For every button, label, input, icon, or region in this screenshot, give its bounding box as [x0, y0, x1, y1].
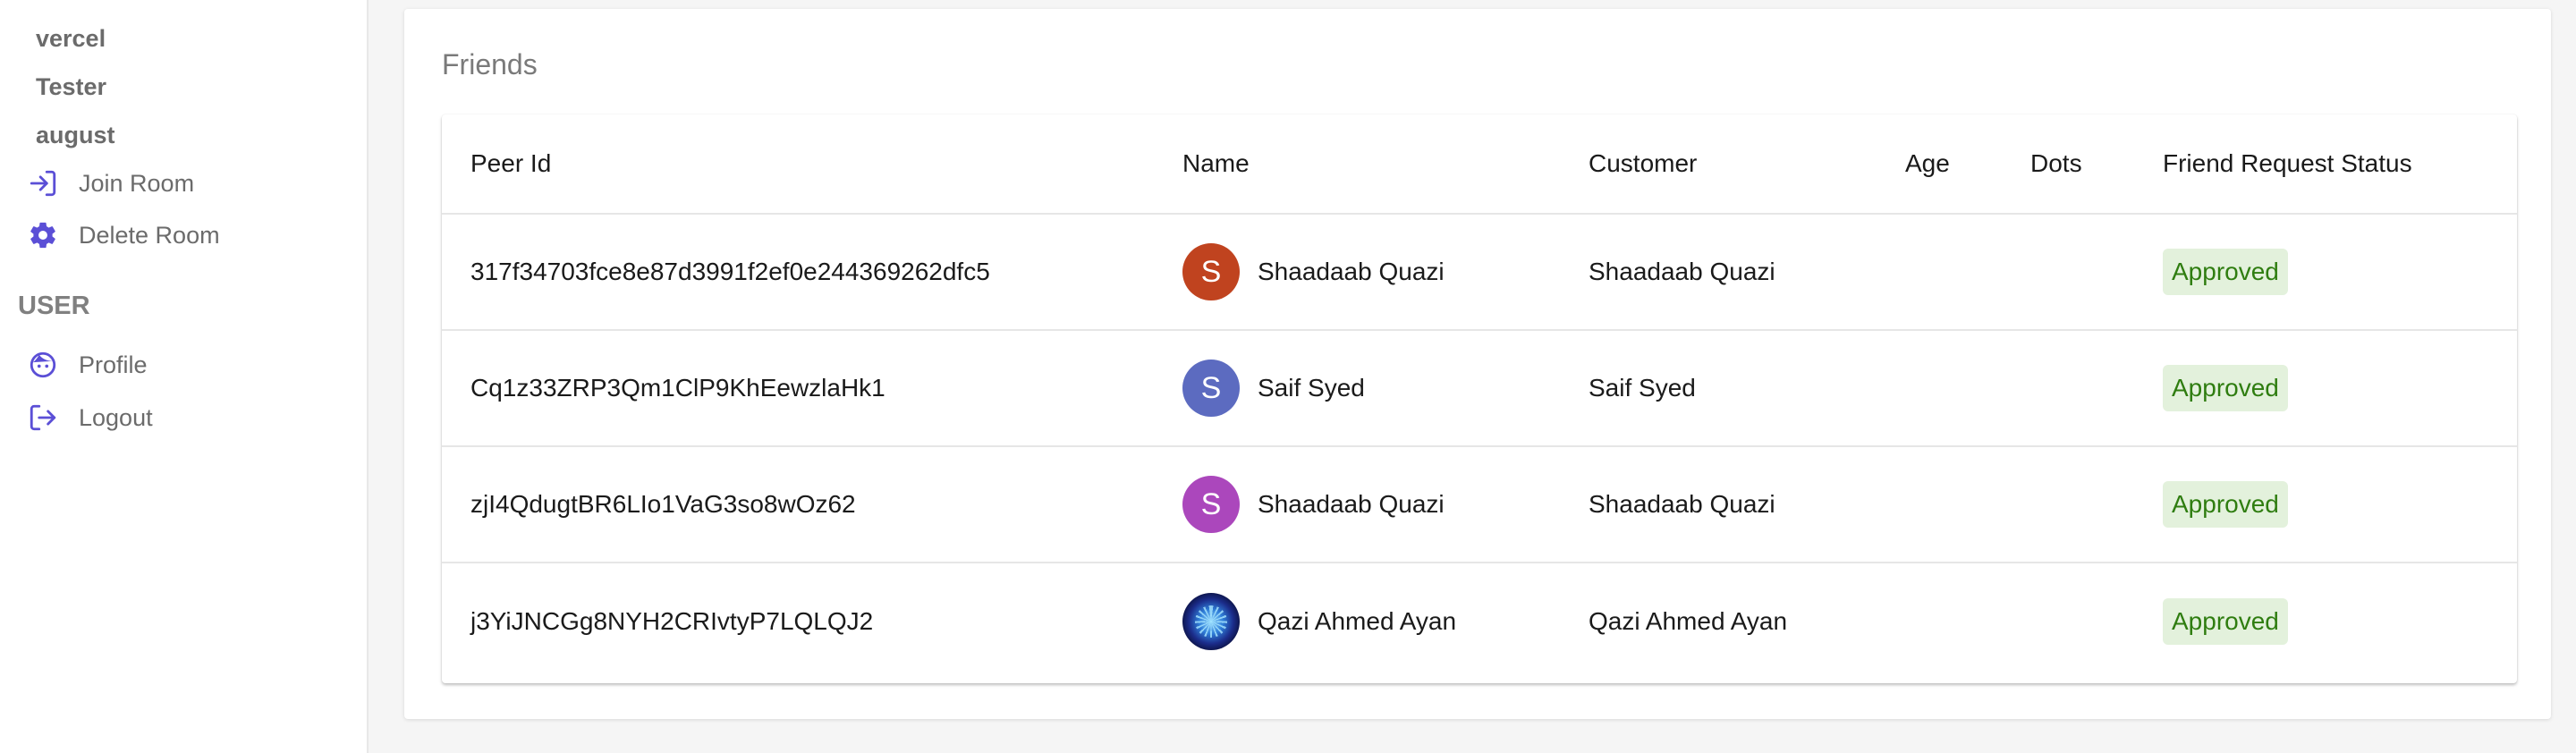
- column-header-age[interactable]: Age: [1905, 114, 1950, 213]
- sidebar-room-august[interactable]: august: [36, 122, 115, 149]
- profile-link[interactable]: Profile: [27, 343, 148, 387]
- friends-card: Friends Peer Id Name Customer Age Dots F…: [404, 9, 2551, 719]
- table-row[interactable]: j3YiJNCGg8NYH2CRIvtyP7LQLQJ2 Qazi Ahmed …: [442, 563, 2517, 680]
- status-cell: Approved: [2163, 215, 2288, 329]
- column-header-name[interactable]: Name: [1182, 114, 1250, 213]
- status-badge: Approved: [2163, 249, 2288, 295]
- avatar: S: [1182, 476, 1240, 533]
- name-text: Qazi Ahmed Ayan: [1258, 607, 1457, 635]
- column-header-friend-request-status[interactable]: Friend Request Status: [2163, 114, 2412, 213]
- table-row[interactable]: 317f34703fce8e87d3991f2ef0e244369262dfc5…: [442, 215, 2517, 331]
- name-text: Shaadaab Quazi: [1258, 258, 1445, 285]
- logout-icon: [27, 402, 59, 434]
- logout-link[interactable]: Logout: [27, 395, 153, 440]
- sidebar: vercel Tester august Join Room Delete Ro…: [0, 0, 369, 753]
- name-cell: Qazi Ahmed Ayan: [1182, 563, 1456, 680]
- status-badge: Approved: [2163, 481, 2288, 528]
- page-title: Friends: [442, 48, 538, 80]
- delete-room-label: Delete Room: [79, 221, 220, 249]
- name-cell: S Shaadaab Quazi: [1182, 447, 1445, 562]
- face-icon: [27, 349, 59, 381]
- delete-room-button[interactable]: Delete Room: [27, 213, 220, 258]
- avatar-image: [1182, 593, 1240, 650]
- customer-cell: Shaadaab Quazi: [1589, 258, 1775, 285]
- user-section-title: USER: [18, 292, 90, 320]
- profile-label: Profile: [79, 351, 148, 378]
- join-room-button[interactable]: Join Room: [27, 161, 194, 206]
- gear-icon: [27, 219, 59, 251]
- column-header-customer[interactable]: Customer: [1589, 114, 1697, 213]
- customer-cell: Saif Syed: [1589, 374, 1696, 402]
- status-cell: Approved: [2163, 447, 2288, 562]
- logout-label: Logout: [79, 403, 153, 431]
- column-header-dots[interactable]: Dots: [2030, 114, 2082, 213]
- status-badge: Approved: [2163, 365, 2288, 411]
- friends-table: Peer Id Name Customer Age Dots Friend Re…: [442, 114, 2517, 683]
- name-cell: S Shaadaab Quazi: [1182, 215, 1445, 329]
- name-text: Saif Syed: [1258, 374, 1365, 402]
- join-icon: [27, 167, 59, 199]
- column-header-peer-id[interactable]: Peer Id: [470, 114, 551, 213]
- name-text: Shaadaab Quazi: [1258, 490, 1445, 518]
- peer-id-cell: zjI4QdugtBR6LIo1VaG3so8wOz62: [470, 490, 856, 518]
- name-cell: S Saif Syed: [1182, 331, 1365, 445]
- peer-id-cell: 317f34703fce8e87d3991f2ef0e244369262dfc5: [470, 258, 990, 285]
- avatar: S: [1182, 243, 1240, 300]
- sidebar-room-tester[interactable]: Tester: [36, 73, 106, 101]
- customer-cell: Shaadaab Quazi: [1589, 490, 1775, 518]
- status-cell: Approved: [2163, 563, 2288, 680]
- table-header: Peer Id Name Customer Age Dots Friend Re…: [442, 114, 2517, 215]
- status-badge: Approved: [2163, 598, 2288, 645]
- peer-id-cell: j3YiJNCGg8NYH2CRIvtyP7LQLQJ2: [470, 607, 874, 635]
- sidebar-room-vercel[interactable]: vercel: [36, 25, 106, 53]
- join-room-label: Join Room: [79, 169, 195, 197]
- status-cell: Approved: [2163, 331, 2288, 445]
- avatar: S: [1182, 360, 1240, 417]
- table-row[interactable]: zjI4QdugtBR6LIo1VaG3so8wOz62 S Shaadaab …: [442, 447, 2517, 563]
- table-row[interactable]: Cq1z33ZRP3Qm1ClP9KhEewzlaHk1 S Saif Syed…: [442, 331, 2517, 447]
- peer-id-cell: Cq1z33ZRP3Qm1ClP9KhEewzlaHk1: [470, 374, 886, 402]
- customer-cell: Qazi Ahmed Ayan: [1589, 607, 1788, 635]
